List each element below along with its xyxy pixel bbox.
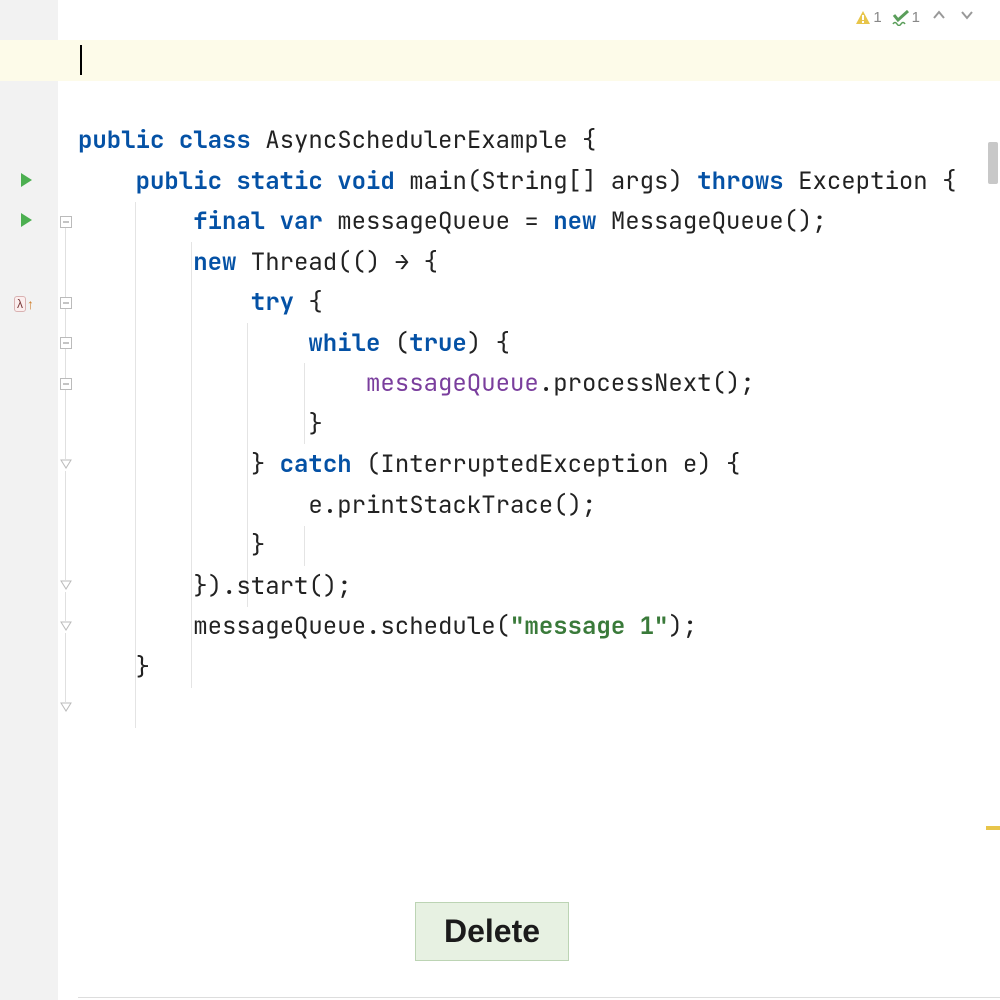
fold-end-icon[interactable] <box>60 621 72 633</box>
bottom-divider <box>78 997 1000 998</box>
warning-count: 1 <box>873 9 881 26</box>
code-line: } catch (InterruptedException e) { <box>78 445 1000 486</box>
warning-icon <box>855 10 871 26</box>
extract-lambda-icon[interactable]: λ↑ <box>14 296 34 312</box>
code-line: } <box>78 405 1000 446</box>
typo-indicator[interactable]: 1 <box>892 9 920 26</box>
delete-button-label: Delete <box>444 913 540 949</box>
warning-indicator[interactable]: 1 <box>855 9 881 26</box>
inspection-bar: 1 1 <box>855 8 976 27</box>
gutter: λ↑ <box>0 0 58 1000</box>
code-line: } <box>78 526 1000 567</box>
fold-toggle-icon[interactable] <box>60 378 72 390</box>
code-line: messageQueue.schedule("message 1"); <box>78 607 1000 648</box>
code-line: }).start(); <box>78 567 1000 608</box>
scroll-warning-mark[interactable] <box>986 826 1000 830</box>
code-line: try { <box>78 283 1000 324</box>
fold-end-icon[interactable] <box>60 580 72 592</box>
current-line-highlight <box>0 40 1000 81</box>
code-line: messageQueue.processNext(); <box>78 364 1000 405</box>
run-method-icon[interactable] <box>18 212 34 228</box>
code-line: while (true) { <box>78 324 1000 365</box>
next-highlight-icon[interactable] <box>958 8 976 27</box>
fold-toggle-icon[interactable] <box>60 216 72 228</box>
fold-end-icon[interactable] <box>60 702 72 714</box>
fold-end-icon[interactable] <box>60 459 72 471</box>
code-line: e.printStackTrace(); <box>78 486 1000 527</box>
run-class-icon[interactable] <box>18 172 34 188</box>
code-line: final var messageQueue = new MessageQueu… <box>78 202 1000 243</box>
fold-toggle-icon[interactable] <box>60 297 72 309</box>
code-line: public static void main(String[] args) t… <box>78 162 1000 203</box>
code-line: } <box>78 648 1000 689</box>
code-line: public class AsyncSchedulerExample { <box>78 121 1000 162</box>
typo-count: 1 <box>912 9 920 26</box>
fold-toggle-icon[interactable] <box>60 337 72 349</box>
code-line: new Thread(() → { <box>78 243 1000 284</box>
prev-highlight-icon[interactable] <box>930 8 948 27</box>
editor-area[interactable]: 1 1 <box>78 0 1000 1000</box>
fold-column <box>58 0 78 1000</box>
delete-button[interactable]: Delete <box>415 902 569 961</box>
typo-icon <box>892 10 910 26</box>
text-caret <box>80 45 82 75</box>
